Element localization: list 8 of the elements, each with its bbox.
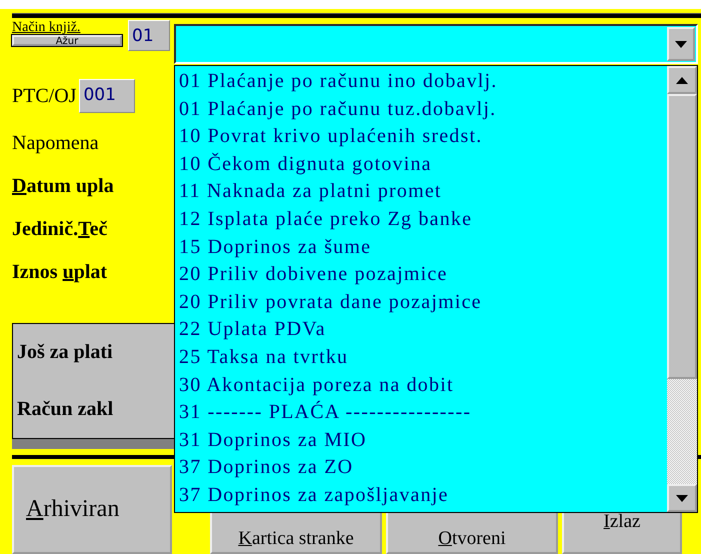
summary-label: Račun zakl xyxy=(17,398,114,421)
field-label: Iznos uplat xyxy=(12,261,108,284)
summary-label: Još za plati xyxy=(17,341,113,364)
field-label: Napomena xyxy=(12,132,99,155)
booking-mode-label: Način knjiž. xyxy=(12,20,80,35)
field-label: Jedinič.Teč xyxy=(12,218,108,241)
field-label: Datum upla xyxy=(12,175,114,198)
field-label: PTC/OJ xyxy=(12,84,76,108)
